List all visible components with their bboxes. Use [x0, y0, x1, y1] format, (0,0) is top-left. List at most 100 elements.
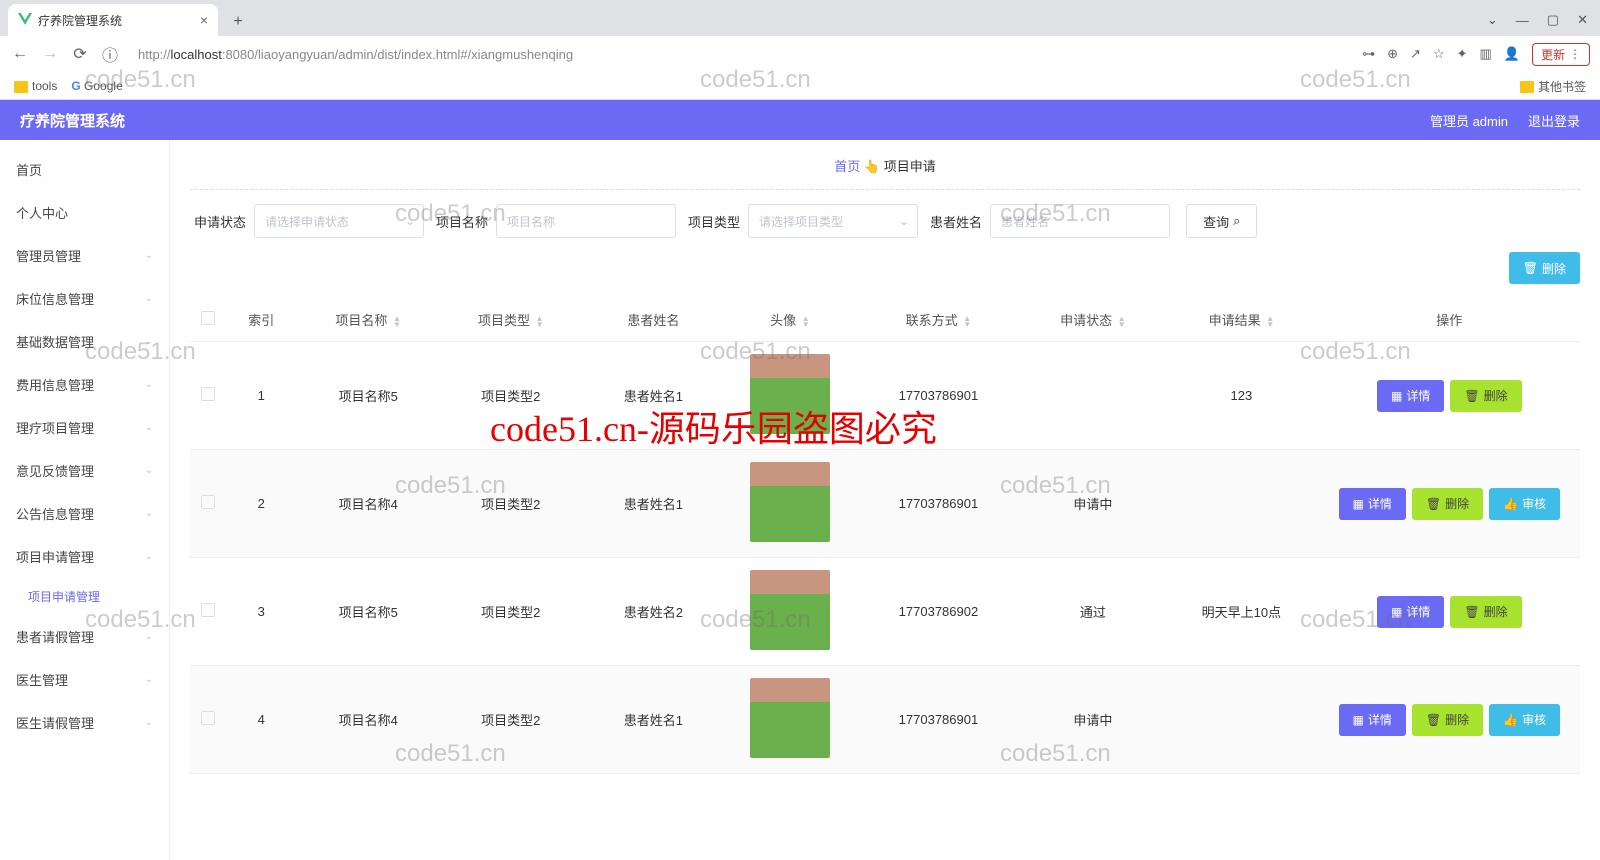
chevron-down-icon: ⌄ [145, 465, 153, 476]
audit-button[interactable]: 👍 审核 [1489, 488, 1560, 520]
chevron-down-icon[interactable]: ⌄ [1487, 12, 1498, 28]
filter-name-input[interactable]: 项目名称 [496, 204, 676, 238]
col-header [190, 298, 226, 342]
query-button[interactable]: 查询 ⌕ [1186, 204, 1257, 238]
sidebar-item[interactable]: 个人中心 [0, 191, 169, 234]
col-header[interactable]: 申请结果 ▲▼ [1164, 298, 1318, 342]
close-icon[interactable]: × [200, 12, 208, 28]
filter-patient-input[interactable]: 患者姓名 [990, 204, 1170, 238]
sidebar-item[interactable]: 费用信息管理⌄ [0, 363, 169, 406]
info-icon[interactable]: ⓘ [100, 42, 120, 66]
sort-icon: ▲▼ [802, 316, 810, 328]
sidebar-item[interactable]: 公告信息管理⌄ [0, 492, 169, 535]
chevron-down-icon: ⌄ [145, 379, 153, 390]
share-icon[interactable]: ↗ [1410, 46, 1421, 62]
new-tab-button[interactable]: + [224, 8, 252, 36]
row-actions: ▦ 详情🗑 删除👍 审核 [1327, 488, 1572, 520]
breadcrumb-home[interactable]: 首页 [834, 159, 860, 174]
search-icon: ⌕ [1233, 213, 1240, 229]
select-all-checkbox[interactable] [201, 311, 215, 325]
browser-chrome: 疗养院管理系统 × + ⌄ — ▢ ✕ ← → ⟳ ⓘ http://local… [0, 0, 1600, 100]
forward-icon[interactable]: → [40, 45, 60, 63]
col-header[interactable]: 项目名称 ▲▼ [297, 298, 440, 342]
sidebar-subitem[interactable]: 项目申请管理 [0, 578, 169, 615]
chevron-down-icon: ⌄ [145, 250, 153, 261]
chevron-down-icon: ⌄ [145, 293, 153, 304]
translate-icon[interactable]: ⊕ [1387, 46, 1398, 62]
row-checkbox[interactable] [201, 711, 215, 725]
col-header[interactable]: 联系方式 ▲▼ [855, 298, 1021, 342]
table-row: 1项目名称5项目类型2患者姓名117703786901123▦ 详情🗑 删除 [190, 342, 1580, 450]
cell-type: 项目类型2 [439, 450, 582, 558]
google-icon: G [71, 79, 80, 93]
back-icon[interactable]: ← [10, 45, 30, 63]
avatar [750, 678, 830, 758]
sidebar-item[interactable]: 床位信息管理⌄ [0, 277, 169, 320]
minimize-icon[interactable]: — [1516, 13, 1529, 28]
sidebar-item[interactable]: 首页 [0, 148, 169, 191]
extensions-icon[interactable]: ✦ [1457, 46, 1468, 62]
filter-status-select[interactable]: 请选择申请状态 [254, 204, 424, 238]
sidebar-item-label: 个人中心 [16, 203, 68, 222]
cell-type: 项目类型2 [439, 558, 582, 666]
sidebar-item[interactable]: 医生管理 ⌄ [0, 658, 169, 701]
delete-button[interactable]: 🗑 删除 [1412, 488, 1483, 520]
browser-tab[interactable]: 疗养院管理系统 × [8, 4, 218, 36]
star-icon[interactable]: ☆ [1433, 46, 1445, 62]
chevron-down-icon: ⌄ [145, 674, 153, 685]
address-bar[interactable]: http://localhost:8080/liaoyangyuan/admin… [130, 47, 1352, 62]
detail-icon: ▦ [1391, 605, 1402, 619]
sidebar-item[interactable]: 项目申请管理⌄ [0, 535, 169, 578]
bookmark-tools[interactable]: tools [14, 79, 57, 93]
profile-icon[interactable]: 👤 [1504, 46, 1520, 62]
detail-icon: ▦ [1353, 497, 1364, 511]
sidebar-item[interactable]: 理疗项目管理⌄ [0, 406, 169, 449]
filter-type-select[interactable]: 请选择项目类型 [748, 204, 918, 238]
user-label[interactable]: 管理员 admin [1430, 111, 1508, 130]
other-bookmarks[interactable]: 其他书签 [1520, 78, 1586, 95]
sort-icon: ▲▼ [963, 316, 971, 328]
col-header[interactable]: 头像 ▲▼ [725, 298, 856, 342]
cell-contact: 17703786901 [855, 342, 1021, 450]
cell-status [1022, 342, 1165, 450]
sidebar-item-label: 意见反馈管理 [16, 461, 94, 480]
reload-icon[interactable]: ⟳ [70, 44, 90, 64]
delete-button[interactable]: 🗑 删除 [1450, 596, 1521, 628]
row-checkbox[interactable] [201, 495, 215, 509]
sidebar-item[interactable]: 基础数据管理⌄ [0, 320, 169, 363]
logout-link[interactable]: 退出登录 [1528, 111, 1580, 130]
sidebar-item[interactable]: 意见反馈管理 ⌄ [0, 449, 169, 492]
sidebar-item-label: 医生管理 [16, 670, 68, 689]
sidebar-item[interactable]: 患者请假管理⌄ [0, 615, 169, 658]
close-window-icon[interactable]: ✕ [1577, 12, 1588, 28]
chevron-down-icon: ⌄ [145, 551, 153, 562]
row-checkbox[interactable] [201, 387, 215, 401]
cell-type: 项目类型2 [439, 342, 582, 450]
delete-button[interactable]: 🗑 删除 [1412, 704, 1483, 736]
audit-button[interactable]: 👍 审核 [1489, 704, 1560, 736]
update-button[interactable]: 更新 ⋮ [1532, 43, 1590, 66]
side-panel-icon[interactable]: ▥ [1480, 46, 1492, 62]
bookmark-google[interactable]: G Google [71, 79, 122, 93]
delete-button[interactable]: 🗑 删除 [1450, 380, 1521, 412]
sidebar-item[interactable]: 医生请假管理⌄ [0, 701, 169, 744]
col-header[interactable]: 项目类型 ▲▼ [439, 298, 582, 342]
key-icon[interactable]: ⊶ [1362, 46, 1375, 62]
hand-icon: 👆 [864, 159, 880, 175]
detail-button[interactable]: ▦ 详情 [1339, 488, 1406, 520]
row-actions: ▦ 详情🗑 删除 [1327, 596, 1572, 628]
detail-button[interactable]: ▦ 详情 [1339, 704, 1406, 736]
bulk-delete-button[interactable]: 🗑 删除 [1509, 252, 1580, 284]
table-toolbar: 🗑 删除 [190, 252, 1580, 284]
row-checkbox[interactable] [201, 603, 215, 617]
detail-icon: ▦ [1353, 713, 1364, 727]
avatar [750, 354, 830, 434]
app-header: 疗养院管理系统 管理员 admin 退出登录 [0, 100, 1600, 140]
sidebar-item-label: 基础数据管理 [16, 332, 94, 351]
maximize-icon[interactable]: ▢ [1547, 12, 1559, 28]
sidebar-item[interactable]: 管理员管理⌄ [0, 234, 169, 277]
detail-button[interactable]: ▦ 详情 [1377, 380, 1444, 412]
detail-button[interactable]: ▦ 详情 [1377, 596, 1444, 628]
table-row: 4项目名称4项目类型2患者姓名117703786901申请中▦ 详情🗑 删除👍 … [190, 666, 1580, 774]
col-header[interactable]: 申请状态 ▲▼ [1022, 298, 1165, 342]
